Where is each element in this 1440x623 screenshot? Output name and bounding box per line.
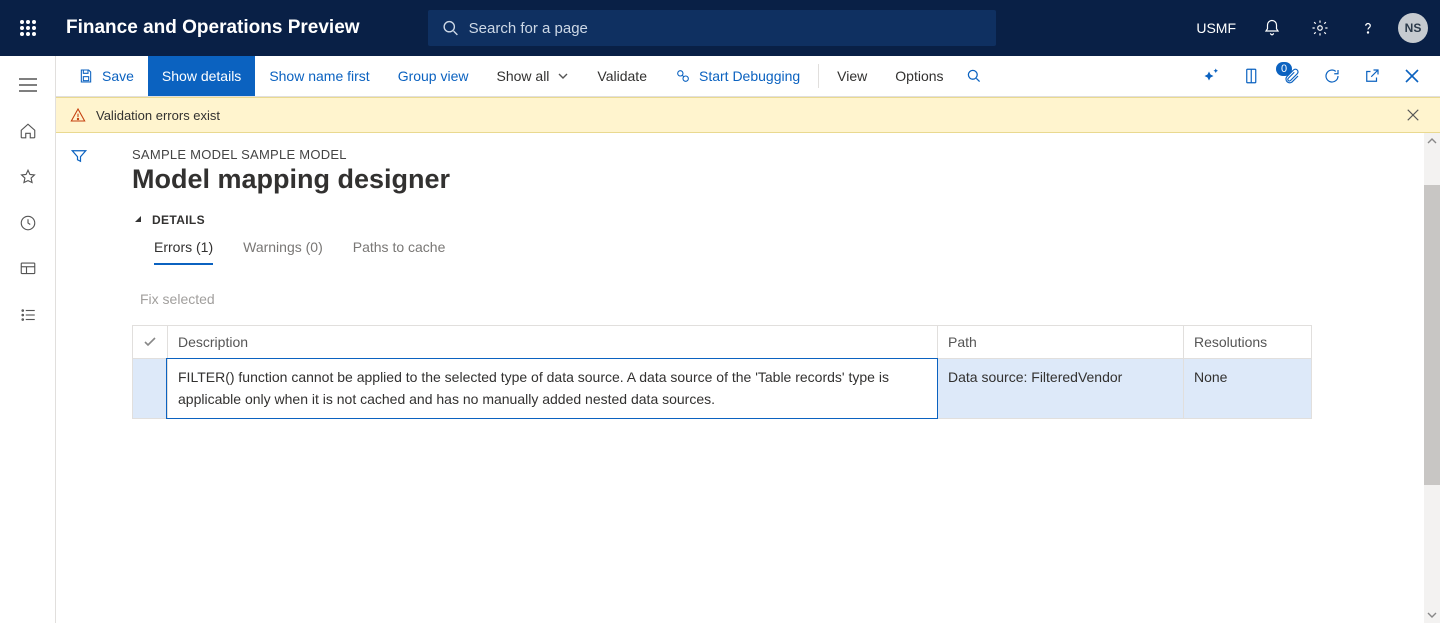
filter-icon bbox=[70, 147, 88, 165]
close-icon bbox=[1406, 108, 1420, 122]
close-icon bbox=[1404, 68, 1420, 84]
workspaces-icon bbox=[19, 260, 37, 278]
scroll-thumb[interactable] bbox=[1424, 185, 1440, 485]
validate-button[interactable]: Validate bbox=[583, 56, 661, 96]
popout-icon bbox=[1363, 67, 1381, 85]
bell-icon bbox=[1263, 19, 1281, 37]
view-label: View bbox=[837, 68, 867, 84]
debug-icon bbox=[675, 68, 691, 84]
select-all-checkbox[interactable] bbox=[133, 326, 167, 358]
divider bbox=[818, 64, 819, 88]
group-view-label: Group view bbox=[398, 68, 469, 84]
banner-text: Validation errors exist bbox=[96, 108, 1400, 123]
show-details-button[interactable]: Show details bbox=[148, 56, 255, 96]
save-icon bbox=[78, 68, 94, 84]
hamburger-icon bbox=[19, 78, 37, 92]
show-all-dropdown[interactable]: Show all bbox=[483, 56, 584, 96]
app-launcher[interactable] bbox=[0, 0, 56, 56]
scrollbar[interactable] bbox=[1424, 133, 1440, 623]
sparkle-icon bbox=[1203, 67, 1221, 85]
recent-button[interactable] bbox=[7, 202, 49, 244]
star-icon bbox=[19, 168, 37, 186]
view-menu[interactable]: View bbox=[823, 56, 881, 96]
save-button[interactable]: Save bbox=[64, 56, 148, 96]
cell-path[interactable]: Data source: FilteredVendor bbox=[937, 359, 1183, 418]
help-button[interactable] bbox=[1344, 0, 1392, 56]
validation-banner: Validation errors exist bbox=[56, 97, 1440, 133]
scroll-up-icon[interactable] bbox=[1424, 133, 1440, 149]
breadcrumb: SAMPLE MODEL SAMPLE MODEL bbox=[132, 147, 1430, 162]
show-details-label: Show details bbox=[162, 68, 241, 84]
search-input[interactable] bbox=[469, 20, 982, 37]
chevron-down-icon bbox=[557, 70, 569, 82]
settings-button[interactable] bbox=[1296, 0, 1344, 56]
tab-errors[interactable]: Errors (1) bbox=[154, 239, 213, 265]
nav-menu-toggle[interactable] bbox=[7, 64, 49, 106]
details-tabs: Errors (1) Warnings (0) Paths to cache bbox=[132, 239, 1430, 265]
caret-down-icon bbox=[132, 214, 144, 226]
app-title: Finance and Operations Preview bbox=[66, 17, 360, 39]
modules-icon bbox=[19, 306, 37, 324]
close-button[interactable] bbox=[1392, 56, 1432, 97]
column-header-path[interactable]: Path bbox=[937, 326, 1183, 358]
cell-resolutions[interactable]: None bbox=[1183, 359, 1309, 418]
user-avatar[interactable]: NS bbox=[1398, 13, 1428, 43]
home-button[interactable] bbox=[7, 110, 49, 152]
filter-pane-toggle[interactable] bbox=[70, 147, 88, 623]
table-row[interactable]: FILTER() function cannot be applied to t… bbox=[133, 359, 1311, 419]
page-title: Model mapping designer bbox=[132, 164, 1430, 195]
start-debugging-label: Start Debugging bbox=[699, 68, 800, 84]
notifications-button[interactable] bbox=[1248, 0, 1296, 56]
scroll-down-icon[interactable] bbox=[1424, 607, 1440, 623]
search-icon bbox=[442, 19, 459, 37]
checkmark-icon bbox=[142, 334, 158, 350]
column-header-resolutions[interactable]: Resolutions bbox=[1183, 326, 1309, 358]
start-debugging-button[interactable]: Start Debugging bbox=[661, 56, 814, 96]
section-details-toggle[interactable]: DETAILS bbox=[132, 213, 1430, 227]
tab-warnings[interactable]: Warnings (0) bbox=[243, 239, 323, 265]
attachments-count: 0 bbox=[1276, 62, 1292, 76]
workspaces-button[interactable] bbox=[7, 248, 49, 290]
options-label: Options bbox=[895, 68, 943, 84]
save-label: Save bbox=[102, 68, 134, 84]
search-icon bbox=[966, 68, 982, 84]
modules-button[interactable] bbox=[7, 294, 49, 336]
validate-label: Validate bbox=[597, 68, 647, 84]
show-name-first-button[interactable]: Show name first bbox=[255, 56, 383, 96]
column-header-description[interactable]: Description bbox=[167, 326, 937, 358]
group-view-button[interactable]: Group view bbox=[384, 56, 483, 96]
refresh-button[interactable] bbox=[1312, 56, 1352, 97]
warning-icon bbox=[70, 107, 86, 123]
tab-paths-to-cache[interactable]: Paths to cache bbox=[353, 239, 446, 265]
refresh-icon bbox=[1323, 67, 1341, 85]
section-title: DETAILS bbox=[152, 213, 205, 227]
favorites-button[interactable] bbox=[7, 156, 49, 198]
gear-icon bbox=[1311, 19, 1329, 37]
command-bar: Save Show details Show name first Group … bbox=[56, 56, 1440, 97]
clock-icon bbox=[19, 214, 37, 232]
personalize-button[interactable] bbox=[1192, 56, 1232, 97]
show-all-label: Show all bbox=[497, 68, 550, 84]
banner-close[interactable] bbox=[1400, 102, 1426, 128]
company-label[interactable]: USMF bbox=[1196, 20, 1236, 36]
home-icon bbox=[19, 122, 37, 140]
options-menu[interactable]: Options bbox=[881, 56, 957, 96]
page-options-button[interactable] bbox=[1232, 56, 1272, 97]
fix-selected-button: Fix selected bbox=[132, 287, 1430, 325]
attachments-button[interactable]: 0 bbox=[1272, 56, 1312, 97]
popout-button[interactable] bbox=[1352, 56, 1392, 97]
question-icon bbox=[1359, 19, 1377, 37]
waffle-icon bbox=[20, 20, 36, 36]
search-box[interactable] bbox=[428, 10, 996, 46]
cell-description[interactable]: FILTER() function cannot be applied to t… bbox=[167, 359, 937, 418]
show-name-first-label: Show name first bbox=[269, 68, 369, 84]
errors-grid: Description Path Resolutions FILTER() fu… bbox=[132, 325, 1312, 419]
find-button[interactable] bbox=[958, 56, 990, 96]
row-selector[interactable] bbox=[133, 359, 167, 418]
page-icon bbox=[1243, 67, 1261, 85]
